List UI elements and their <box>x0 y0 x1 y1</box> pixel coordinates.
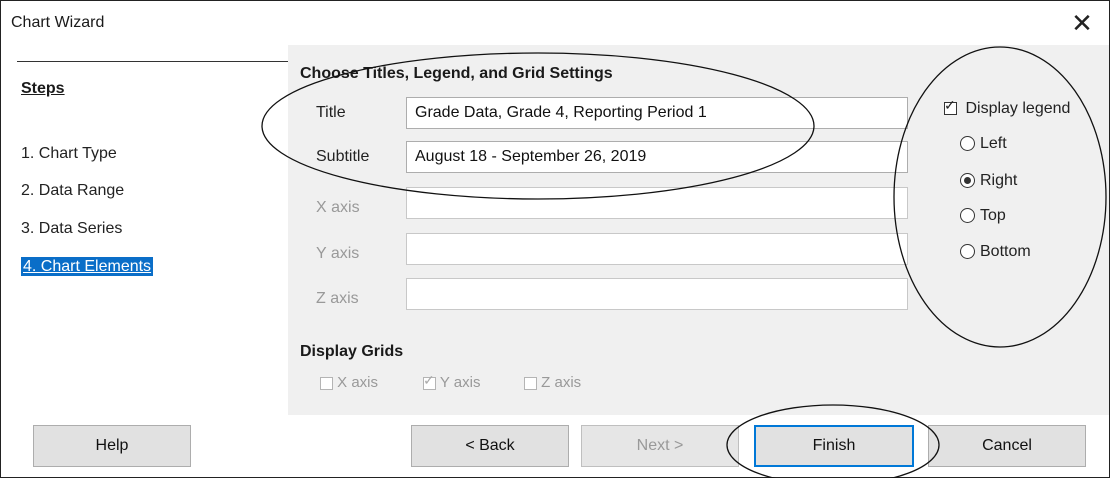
subtitle-label: Subtitle <box>316 148 370 165</box>
legend-left-radio[interactable]: Left <box>960 135 1007 153</box>
window-title: Chart Wizard <box>11 14 105 31</box>
grid-y-axis-checkbox: ✓ Y axis <box>423 373 481 391</box>
radio-icon <box>960 208 975 224</box>
chart-wizard-dialog: Chart Wizard ✕ Steps 1. Chart Type 2. Da… <box>0 0 1110 478</box>
title-input[interactable]: Grade Data, Grade 4, Reporting Period 1 <box>406 97 908 129</box>
y-axis-label: Y axis <box>316 245 360 262</box>
y-axis-input <box>406 233 908 265</box>
button-bar: Help < Back Next > Finish Cancel <box>1 415 1109 477</box>
help-button[interactable]: Help <box>33 425 191 467</box>
legend-top-label: Top <box>980 207 1006 224</box>
step-label: 4. Chart Elements <box>21 257 154 276</box>
title-label: Title <box>316 104 346 121</box>
steps-divider <box>17 61 288 62</box>
display-legend-checkbox[interactable]: ✓ Display legend <box>944 98 1071 118</box>
radio-icon <box>960 136 975 152</box>
grid-y-axis-label: Y axis <box>439 374 481 391</box>
legend-top-radio[interactable]: Top <box>960 207 1006 225</box>
radio-icon <box>960 244 975 260</box>
checkbox-box <box>524 376 537 390</box>
display-legend-label: Display legend <box>965 100 1071 117</box>
step-data-series[interactable]: 3. Data Series <box>21 220 122 238</box>
cancel-button[interactable]: Cancel <box>928 425 1086 467</box>
z-axis-label: Z axis <box>316 290 359 307</box>
x-axis-label: X axis <box>316 199 360 216</box>
checkbox-box: ✓ <box>423 373 436 390</box>
step-chart-elements[interactable]: 4. Chart Elements <box>21 257 154 276</box>
legend-right-label: Right <box>980 172 1018 189</box>
step-label: 2. Data Range <box>21 182 125 199</box>
steps-heading: Steps <box>21 80 65 97</box>
radio-selected-icon <box>960 173 975 189</box>
step-data-range[interactable]: 2. Data Range <box>21 182 124 200</box>
x-axis-input <box>406 187 908 219</box>
title-bar: Chart Wizard ✕ <box>1 1 1109 45</box>
step-label: 1. Chart Type <box>21 145 117 162</box>
check-icon: ✓ <box>944 97 956 114</box>
checkbox-box: ✓ <box>944 98 957 116</box>
settings-panel: Choose Titles, Legend, and Grid Settings… <box>288 45 1109 415</box>
legend-bottom-radio[interactable]: Bottom <box>960 243 1031 261</box>
finish-button[interactable]: Finish <box>754 425 914 467</box>
display-grids-heading: Display Grids <box>300 343 404 360</box>
checkbox-box <box>320 376 333 390</box>
legend-left-label: Left <box>980 135 1007 152</box>
grid-z-axis-label: Z axis <box>541 374 582 391</box>
step-chart-type[interactable]: 1. Chart Type <box>21 145 117 163</box>
grid-z-axis-checkbox: Z axis <box>524 374 581 391</box>
steps-panel: Steps 1. Chart Type 2. Data Range 3. Dat… <box>1 45 288 415</box>
settings-heading: Choose Titles, Legend, and Grid Settings <box>300 65 613 82</box>
legend-right-radio[interactable]: Right <box>960 172 1017 190</box>
subtitle-input[interactable]: August 18 - September 26, 2019 <box>406 141 908 173</box>
check-icon: ✓ <box>423 371 435 388</box>
grid-x-axis-label: X axis <box>337 374 379 391</box>
grid-x-axis-checkbox: X axis <box>320 374 378 391</box>
next-button: Next > <box>581 425 739 467</box>
close-icon[interactable]: ✕ <box>1067 8 1097 38</box>
step-label: 3. Data Series <box>21 220 123 237</box>
z-axis-input <box>406 278 908 310</box>
legend-bottom-label: Bottom <box>980 243 1031 260</box>
back-button[interactable]: < Back <box>411 425 569 467</box>
